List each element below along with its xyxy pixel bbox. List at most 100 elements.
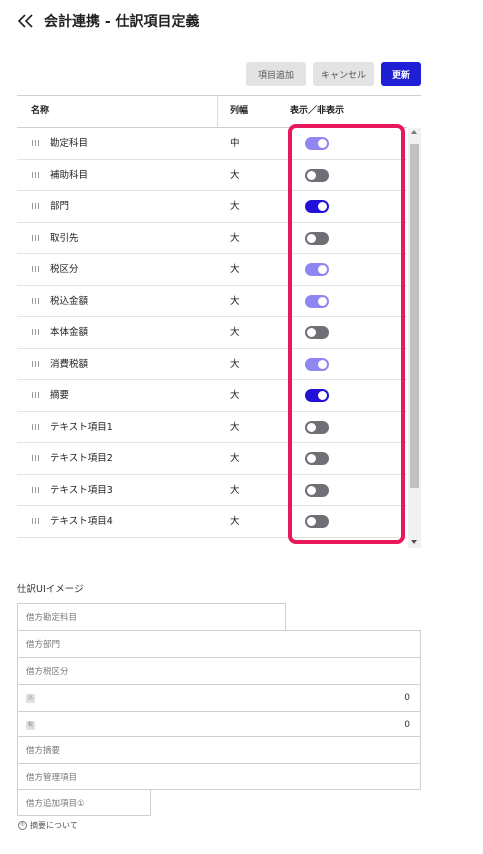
- drag-handle-icon[interactable]: [32, 392, 41, 398]
- tax-included-icon: 込: [26, 693, 35, 703]
- row-width[interactable]: 大: [230, 191, 240, 222]
- visibility-toggle[interactable]: [305, 389, 329, 402]
- row-width[interactable]: 大: [230, 506, 240, 537]
- visibility-toggle[interactable]: [305, 357, 329, 371]
- field-label: 借方部門: [26, 640, 61, 650]
- field-label: 借方勘定科目: [26, 613, 78, 623]
- visibility-toggle[interactable]: [305, 231, 329, 245]
- table-row: 取引先 大: [17, 223, 407, 254]
- visibility-toggle[interactable]: [305, 137, 329, 150]
- field-label: 借方追加項目①: [26, 798, 85, 809]
- update-button[interactable]: 更新: [381, 62, 421, 86]
- table-row: テキスト項目4 大: [17, 506, 407, 538]
- field-label: 借方管理項目: [26, 772, 78, 783]
- preview-debit-management-field: 借方管理項目: [17, 763, 421, 790]
- preview-debit-memo-field: 借方摘要: [17, 736, 421, 764]
- row-width[interactable]: 大: [230, 317, 240, 348]
- row-name: テキスト項目4: [50, 516, 113, 527]
- table-scrollbar[interactable]: [408, 128, 421, 548]
- visibility-toggle[interactable]: [305, 168, 329, 182]
- field-label: 借方摘要: [26, 746, 61, 756]
- row-name: テキスト項目2: [50, 453, 113, 464]
- table-row: 摘要 大: [17, 380, 407, 412]
- row-width[interactable]: 大: [230, 412, 240, 443]
- table-row: 税区分 大: [17, 254, 407, 286]
- scroll-thumb[interactable]: [410, 144, 419, 488]
- tax-amount: 0: [404, 720, 410, 730]
- preview-debit-department-field: 借方部門: [17, 630, 421, 658]
- visibility-toggle[interactable]: [305, 483, 329, 497]
- row-name: 勘定科目: [50, 138, 89, 149]
- table-header: 名称 列幅 表示／非表示: [17, 96, 407, 128]
- visibility-toggle[interactable]: [305, 200, 329, 213]
- drag-handle-icon[interactable]: [32, 140, 41, 146]
- preview-tax-included-amount-field: 込 0: [17, 684, 421, 712]
- preview-debit-tax-category-field: 借方税区分: [17, 657, 421, 685]
- row-name: 部門: [50, 201, 70, 212]
- tax-included-amount: 0: [404, 693, 410, 703]
- table-row: 税込金額 大: [17, 286, 407, 317]
- row-width[interactable]: 中: [230, 128, 240, 159]
- drag-handle-icon[interactable]: [32, 234, 41, 241]
- row-width[interactable]: 大: [230, 223, 240, 254]
- visibility-toggle[interactable]: [305, 420, 329, 434]
- add-item-button[interactable]: 項目追加: [246, 62, 306, 86]
- table-row: テキスト項目3 大: [17, 475, 407, 506]
- drag-handle-icon[interactable]: [32, 455, 41, 461]
- table-body: 勘定科目中補助科目大部門大取引先大税区分大税込金額大本体金額大消費税額大摘要大テ…: [17, 128, 407, 538]
- table-row: テキスト項目1 大: [17, 412, 407, 443]
- row-name: 本体金額: [50, 327, 89, 338]
- drag-handle-icon[interactable]: [32, 266, 41, 272]
- row-width[interactable]: 大: [230, 286, 240, 317]
- field-definition-table: 名称 列幅 表示／非表示 勘定科目中補助科目大部門大取引先大税区分大税込金額大本…: [17, 95, 421, 548]
- memo-help-text: 摘要について: [30, 821, 78, 830]
- row-width[interactable]: 大: [230, 443, 240, 474]
- info-icon: ①: [18, 821, 27, 830]
- visibility-toggle[interactable]: [305, 294, 329, 308]
- toolbar: 項目追加 キャンセル 更新: [246, 62, 421, 86]
- double-chevron-left-icon[interactable]: [16, 11, 36, 31]
- row-name: テキスト項目3: [50, 484, 113, 496]
- table-row: 勘定科目 中: [17, 128, 407, 160]
- drag-handle-icon[interactable]: [32, 297, 41, 304]
- table-row: テキスト項目2 大: [17, 443, 407, 475]
- row-name: テキスト項目1: [50, 421, 113, 433]
- drag-handle-icon[interactable]: [32, 486, 41, 493]
- row-width[interactable]: 大: [230, 349, 240, 380]
- row-width[interactable]: 大: [230, 160, 240, 191]
- row-name: 摘要: [50, 390, 70, 401]
- drag-handle-icon[interactable]: [32, 329, 41, 335]
- column-header-name: 名称: [31, 106, 50, 116]
- visibility-toggle[interactable]: [305, 263, 329, 276]
- drag-handle-icon[interactable]: [32, 423, 41, 430]
- table-row: 消費税額 大: [17, 349, 407, 380]
- page-title: 会計連携 - 仕訳項目定義: [44, 14, 200, 30]
- row-name: 取引先: [50, 232, 79, 244]
- cancel-button[interactable]: キャンセル: [313, 62, 374, 86]
- preview-debit-extra-field: 借方追加項目①: [17, 789, 151, 816]
- row-name: 補助科目: [50, 169, 89, 181]
- preview-title: 仕訳UIイメージ: [17, 584, 84, 595]
- row-width[interactable]: 大: [230, 380, 240, 411]
- row-width[interactable]: 大: [230, 254, 240, 285]
- row-name: 税込金額: [50, 295, 89, 307]
- visibility-toggle[interactable]: [305, 452, 329, 465]
- memo-help-link[interactable]: ① 摘要について: [18, 820, 78, 831]
- table-row: 補助科目 大: [17, 160, 407, 191]
- column-header-width: 列幅: [217, 96, 290, 127]
- row-name: 消費税額: [50, 358, 89, 370]
- row-width[interactable]: 大: [230, 475, 240, 506]
- drag-handle-icon[interactable]: [32, 203, 41, 209]
- column-header-visibility: 表示／非表示: [290, 106, 345, 116]
- tax-icon: 税: [26, 720, 35, 730]
- drag-handle-icon[interactable]: [32, 518, 41, 524]
- row-name: 税区分: [50, 264, 79, 275]
- scroll-up-arrow-icon[interactable]: [411, 130, 417, 134]
- scroll-down-arrow-icon[interactable]: [411, 540, 417, 544]
- drag-handle-icon[interactable]: [32, 360, 41, 367]
- table-row: 本体金額 大: [17, 317, 407, 349]
- visibility-toggle[interactable]: [305, 326, 329, 339]
- preview-debit-account-field: 借方勘定科目: [17, 603, 286, 631]
- visibility-toggle[interactable]: [305, 515, 329, 528]
- drag-handle-icon[interactable]: [32, 171, 41, 178]
